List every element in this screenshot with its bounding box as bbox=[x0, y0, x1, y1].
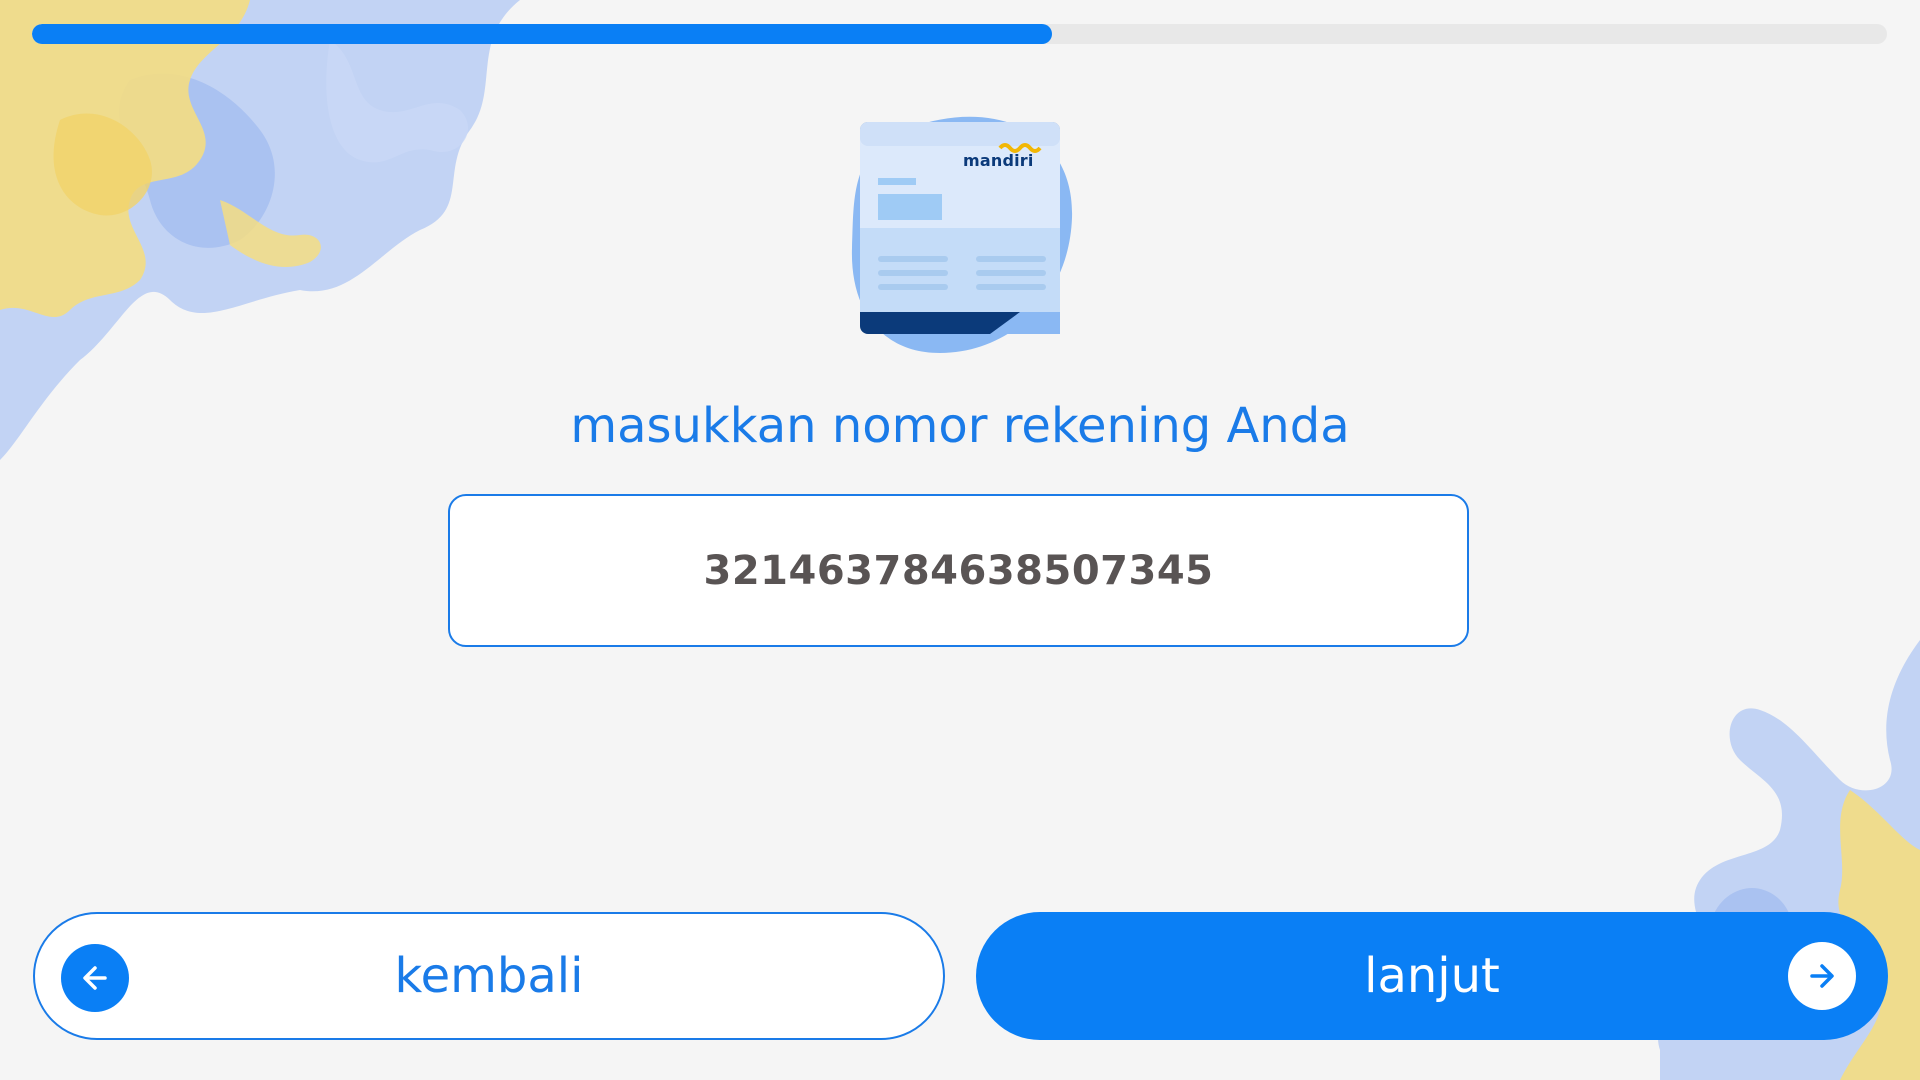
back-button-label: kembali bbox=[394, 948, 584, 1004]
arrow-left-icon bbox=[61, 944, 129, 1012]
arrow-right-icon bbox=[1788, 942, 1856, 1010]
bank-logo-text: mandiri bbox=[963, 151, 1034, 170]
back-button[interactable]: kembali bbox=[33, 912, 945, 1040]
bank-book-illustration bbox=[851, 116, 1073, 353]
progress-bar bbox=[32, 24, 1887, 44]
next-button[interactable]: lanjut bbox=[976, 912, 1888, 1040]
progress-bar-fill bbox=[32, 24, 1053, 44]
decorative-splash-top-left bbox=[0, 0, 520, 460]
account-number-value: 321463784638507345 bbox=[703, 547, 1214, 594]
account-number-field[interactable]: 321463784638507345 bbox=[448, 494, 1469, 647]
next-button-label: lanjut bbox=[1364, 948, 1500, 1004]
page-title: masukkan nomor rekening Anda bbox=[570, 398, 1350, 454]
